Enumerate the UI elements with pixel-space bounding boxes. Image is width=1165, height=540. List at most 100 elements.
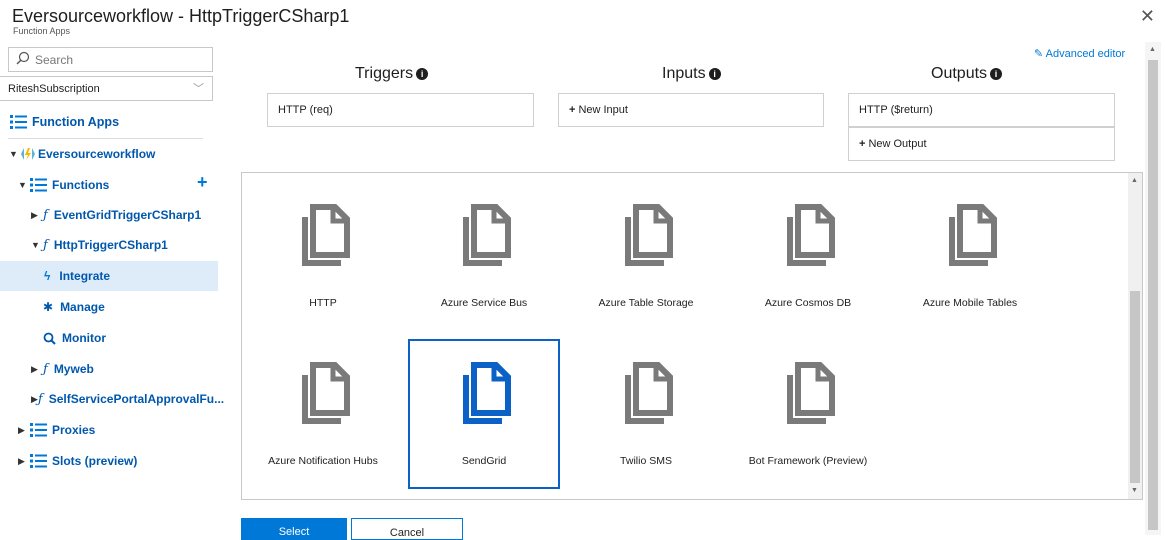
sidebar-item-proxies[interactable]: ▶ Proxies bbox=[0, 415, 218, 445]
sidebar: Search RiteshSubscription ﹀ Function App… bbox=[0, 42, 224, 535]
sidebar-item-label: Function Apps bbox=[32, 115, 120, 129]
sidebar-item-slots[interactable]: ▶ Slots (preview) bbox=[0, 446, 218, 476]
caret-down-icon: ▼ bbox=[18, 180, 27, 190]
document-icon bbox=[787, 204, 835, 266]
template-tile-twilio-sms[interactable]: Twilio SMS bbox=[570, 341, 722, 491]
function-icon: ƒ bbox=[37, 391, 43, 407]
sidebar-item-integrate[interactable]: ϟ Integrate bbox=[0, 261, 218, 291]
list-icon bbox=[30, 178, 47, 192]
chevron-down-icon: ﹀ bbox=[193, 83, 204, 95]
template-tile-sendgrid[interactable]: SendGrid bbox=[408, 339, 560, 489]
document-icon bbox=[302, 362, 350, 424]
gallery-scrollbar[interactable]: ▲ ▼ bbox=[1128, 173, 1142, 499]
output-item[interactable]: HTTP ($return) bbox=[848, 93, 1115, 127]
template-tile-notification-hubs[interactable]: Azure Notification Hubs bbox=[247, 341, 399, 491]
template-tile-http[interactable]: HTTP bbox=[247, 183, 399, 333]
tile-label: Azure Table Storage bbox=[598, 297, 694, 309]
function-app-icon bbox=[21, 148, 35, 160]
template-gallery: HTTP Azure Service Bus Azure Table Stora… bbox=[241, 172, 1143, 500]
list-icon bbox=[30, 454, 47, 468]
scrollbar-thumb[interactable] bbox=[1130, 291, 1140, 483]
tile-label: Bot Framework (Preview) bbox=[748, 455, 868, 467]
new-input-label: New Input bbox=[578, 104, 628, 116]
sidebar-item-label: Monitor bbox=[62, 331, 106, 345]
sidebar-item-function[interactable]: ▶ ƒ Myweb bbox=[0, 354, 218, 384]
trigger-item[interactable]: HTTP (req) bbox=[267, 93, 534, 127]
document-icon bbox=[625, 362, 673, 424]
trigger-label: HTTP (req) bbox=[278, 104, 333, 116]
advanced-editor-link[interactable]: ✎ Advanced editor bbox=[1034, 47, 1125, 60]
info-icon[interactable]: i bbox=[416, 67, 429, 80]
scrollbar-thumb[interactable] bbox=[1148, 60, 1158, 530]
document-icon bbox=[463, 362, 511, 424]
function-icon: ƒ bbox=[43, 361, 48, 377]
new-output-button[interactable]: + New Output bbox=[848, 127, 1115, 161]
select-button[interactable]: Select bbox=[241, 518, 347, 540]
tile-label: SendGrid bbox=[461, 455, 507, 467]
template-tile-service-bus[interactable]: Azure Service Bus bbox=[408, 183, 560, 333]
page-scrollbar[interactable]: ▲ bbox=[1145, 42, 1161, 535]
scroll-down-icon[interactable]: ▼ bbox=[1131, 487, 1138, 494]
scroll-up-icon[interactable]: ▲ bbox=[1149, 46, 1156, 53]
add-function-button[interactable]: + bbox=[197, 172, 208, 193]
edit-icon: ✎ bbox=[1034, 48, 1044, 60]
caret-right-icon: ▶ bbox=[18, 455, 25, 466]
search-input[interactable]: Search bbox=[8, 47, 213, 72]
search-icon bbox=[16, 51, 30, 65]
tile-label: Azure Mobile Tables bbox=[922, 297, 1018, 309]
sidebar-item-label: Eversourceworkflow bbox=[38, 147, 156, 161]
inputs-title: Inputs bbox=[662, 65, 706, 82]
lightning-icon: ϟ bbox=[44, 269, 51, 283]
sidebar-item-function[interactable]: ▼ ƒ HttpTriggerCSharp1 bbox=[0, 230, 218, 260]
close-icon[interactable]: ✕ bbox=[1140, 6, 1155, 27]
subscription-select[interactable]: RiteshSubscription ﹀ bbox=[0, 76, 213, 101]
tile-label: HTTP bbox=[309, 297, 337, 309]
window-subtitle: Function Apps bbox=[13, 26, 71, 36]
title-bar: Eversourceworkflow - HttpTriggerCSharp1 … bbox=[0, 0, 1165, 42]
plus-icon: + bbox=[569, 104, 576, 116]
sidebar-item-label: Slots (preview) bbox=[52, 454, 138, 468]
tile-label: Azure Service Bus bbox=[440, 297, 528, 309]
sidebar-item-label: EventGridTriggerCSharp1 bbox=[53, 208, 202, 222]
template-tile-bot-framework[interactable]: Bot Framework (Preview) bbox=[732, 341, 884, 491]
caret-right-icon: ▶ bbox=[31, 393, 38, 404]
caret-down-icon: ▼ bbox=[31, 240, 40, 250]
tile-label: Azure Notification Hubs bbox=[268, 455, 378, 467]
sidebar-item-manage[interactable]: ✱ Manage bbox=[0, 292, 218, 322]
sidebar-item-label: Manage bbox=[60, 300, 105, 314]
triggers-heading: Triggers i bbox=[355, 65, 429, 83]
gear-icon: ✱ bbox=[43, 300, 54, 314]
search-icon bbox=[43, 332, 56, 345]
document-icon bbox=[625, 204, 673, 266]
sidebar-item-functions[interactable]: ▼ Functions bbox=[0, 170, 218, 200]
sidebar-item-label: HttpTriggerCSharp1 bbox=[53, 238, 168, 252]
new-output-label: New Output bbox=[868, 138, 927, 150]
tile-label: Twilio SMS bbox=[620, 455, 672, 467]
document-icon bbox=[463, 204, 511, 266]
template-tile-cosmos-db[interactable]: Azure Cosmos DB bbox=[732, 183, 884, 333]
document-icon bbox=[787, 362, 835, 424]
document-icon bbox=[949, 204, 997, 266]
output-label: HTTP ($return) bbox=[859, 104, 933, 116]
document-icon bbox=[302, 204, 350, 266]
outputs-title: Outputs bbox=[931, 65, 988, 82]
sidebar-item-function-apps[interactable]: Function Apps bbox=[0, 107, 218, 137]
sidebar-item-function[interactable]: ▶ ƒ SelfServicePortalApprovalFu... bbox=[0, 384, 224, 414]
function-icon: ƒ bbox=[43, 207, 48, 223]
sidebar-item-label: SelfServicePortalApprovalFu... bbox=[48, 392, 225, 406]
info-icon[interactable]: i bbox=[990, 67, 1003, 80]
info-icon[interactable]: i bbox=[708, 67, 721, 80]
sidebar-item-label: Myweb bbox=[53, 362, 94, 376]
caret-right-icon: ▶ bbox=[31, 209, 38, 220]
template-tile-mobile-tables[interactable]: Azure Mobile Tables bbox=[894, 183, 1046, 333]
cancel-button[interactable]: Cancel bbox=[351, 518, 463, 540]
sidebar-item-function[interactable]: ▶ ƒ EventGridTriggerCSharp1 bbox=[0, 200, 218, 230]
subscription-value: RiteshSubscription bbox=[8, 83, 100, 95]
tile-label: Azure Cosmos DB bbox=[764, 297, 852, 309]
sidebar-item-app[interactable]: ▼ Eversourceworkflow bbox=[0, 139, 218, 169]
scroll-up-icon[interactable]: ▲ bbox=[1131, 177, 1138, 184]
caret-down-icon: ▼ bbox=[9, 149, 18, 159]
new-input-button[interactable]: + New Input bbox=[558, 93, 824, 127]
sidebar-item-monitor[interactable]: Monitor bbox=[0, 323, 218, 353]
template-tile-table-storage[interactable]: Azure Table Storage bbox=[570, 183, 722, 333]
